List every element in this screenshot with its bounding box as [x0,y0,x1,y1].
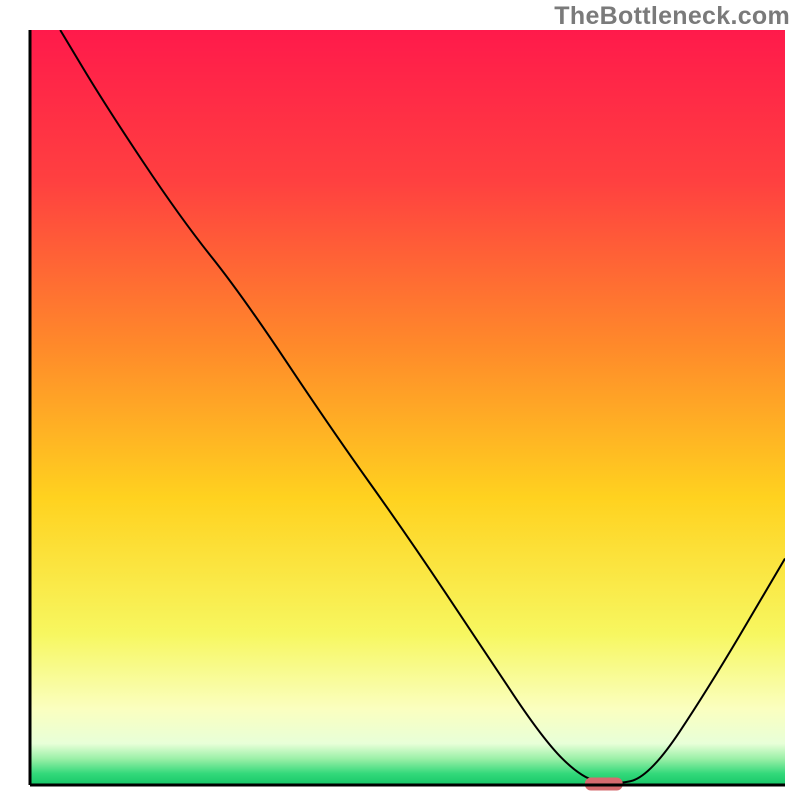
chart-svg [0,0,800,800]
watermark-text: TheBottleneck.com [554,2,790,31]
chart-container: TheBottleneck.com [0,0,800,800]
plot-background [30,30,785,785]
